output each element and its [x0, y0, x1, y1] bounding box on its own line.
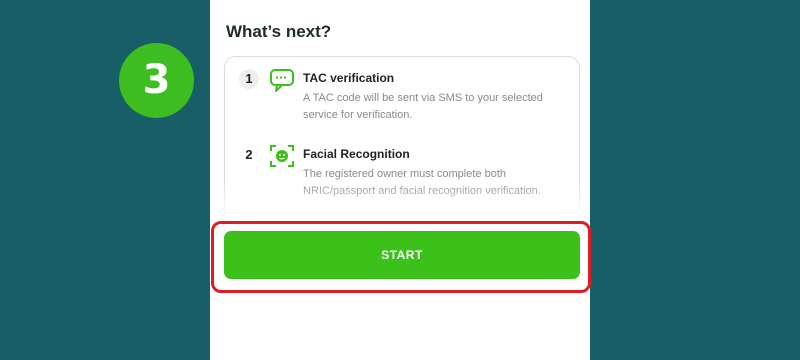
step-number-badge: 3 [119, 43, 194, 118]
chat-bubble-icon [267, 65, 297, 95]
phone-screen: What’s next? 1 TAC verification A TAC co… [210, 0, 590, 360]
start-button[interactable]: START [224, 231, 580, 279]
step-title: TAC verification [303, 71, 395, 85]
section-title: What’s next? [226, 22, 332, 41]
step-number: 2 [245, 147, 253, 162]
face-scan-icon [267, 141, 297, 171]
step-title: Facial Recognition [303, 147, 410, 161]
step-description: A TAC code will be sent via SMS to your … [303, 92, 543, 121]
step-number: 1 [239, 69, 259, 89]
